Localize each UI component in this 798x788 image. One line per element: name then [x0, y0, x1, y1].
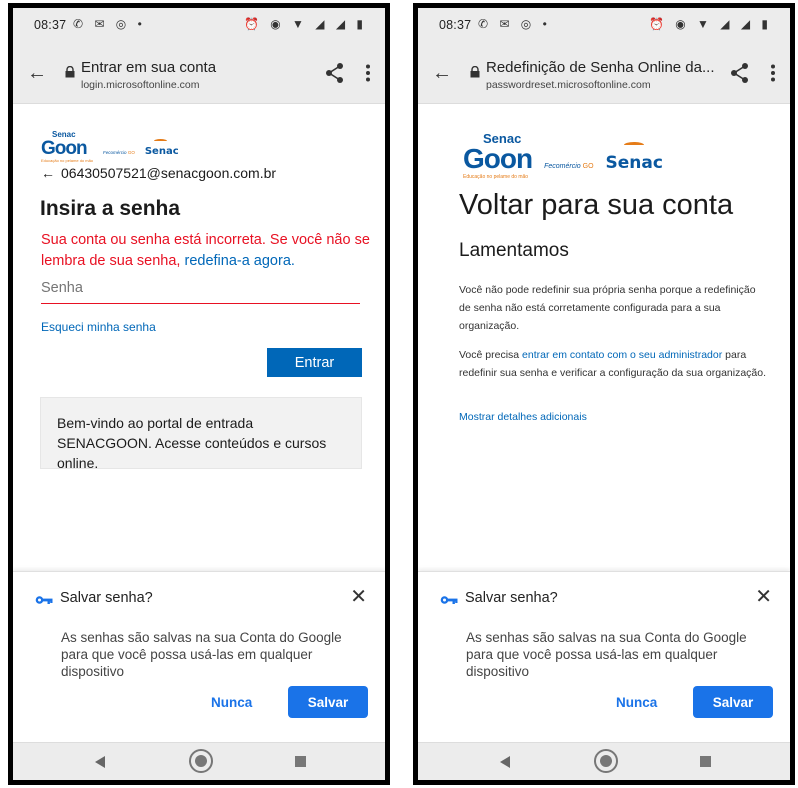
lock-icon: [65, 66, 75, 78]
never-button[interactable]: Nunca: [211, 695, 252, 710]
reset-password-link[interactable]: redefina-a agora.: [184, 253, 294, 269]
page-url: login.microsoftonline.com: [81, 79, 200, 91]
browser-toolbar: ← Entrar em sua conta login.microsoftonl…: [13, 48, 385, 104]
senac-goon-logo: Senac Goon Educação no pelame do mão: [41, 130, 94, 163]
sheet-title: Salvar senha?: [60, 590, 153, 606]
more-options-icon[interactable]: [770, 64, 776, 82]
system-nav-bar: [13, 742, 385, 780]
password-input[interactable]: [41, 276, 360, 304]
sign-in-button[interactable]: Entrar: [267, 348, 362, 377]
page-title: Entrar em sua conta: [81, 59, 217, 76]
partner-logos: Senac Goon Educação no pelame do mão Fec…: [41, 131, 179, 163]
fecomercio-logo: Fecomércio GO: [103, 149, 135, 155]
sheet-description: As senhas são salvas na sua Conta do Goo…: [466, 630, 747, 679]
sorry-subheading: Lamentamos: [459, 240, 569, 261]
error-message: Sua conta ou senha está incorreta. Se vo…: [41, 232, 370, 269]
system-status-icons: ⏰ ◉ ▼ ◢ ◢ ▮: [648, 17, 772, 31]
nav-recents-icon[interactable]: [295, 756, 306, 767]
system-nav-bar: [418, 742, 790, 780]
notification-icons: ✆ ✉ ◎ •: [73, 17, 146, 31]
sheet-description: As senhas são salvas na sua Conta do Goo…: [61, 630, 342, 679]
more-options-icon[interactable]: [365, 64, 371, 82]
nav-home-icon[interactable]: [594, 749, 618, 773]
phone-screen-password-reset: 08:37 ✆ ✉ ◎ • ⏰ ◉ ▼ ◢ ◢ ▮ ← Redefinição …: [413, 3, 795, 785]
save-password-sheet: Salvar senha? ✕ As senhas são salvas na …: [418, 571, 790, 742]
senac-logo: Senac: [606, 142, 663, 173]
key-icon: [440, 596, 458, 604]
welcome-message: Bem-vindo ao portal de entrada SENACGOON…: [40, 397, 362, 471]
reset-page-content: Senac Goon Educação no pelame do mão Fec…: [418, 104, 790, 572]
share-icon[interactable]: [325, 62, 345, 84]
nav-recents-icon[interactable]: [700, 756, 711, 767]
senac-goon-logo: Senac Goon Educação no pelame do mão: [463, 131, 533, 180]
key-icon: [35, 596, 53, 604]
partner-logos: Senac Goon Educação no pelame do mão Fec…: [463, 132, 663, 180]
notification-icons: ✆ ✉ ◎ •: [478, 17, 551, 31]
system-status-icons: ⏰ ◉ ▼ ◢ ◢ ▮: [243, 17, 367, 31]
status-bar: 08:37 ✆ ✉ ◎ • ⏰ ◉ ▼ ◢ ◢ ▮: [418, 8, 790, 48]
nav-back-icon[interactable]: [500, 756, 510, 768]
show-details-link[interactable]: Mostrar detalhes adicionais: [459, 411, 587, 423]
account-email: 06430507521@senacgoon.com.br: [61, 165, 277, 181]
nav-home-icon[interactable]: [189, 749, 213, 773]
browser-toolbar: ← Redefinição de Senha Online da... pass…: [418, 48, 790, 104]
save-button[interactable]: Salvar: [693, 686, 773, 718]
share-icon[interactable]: [730, 62, 750, 84]
login-page-content: Senac Goon Educação no pelame do mão Fec…: [13, 104, 385, 572]
status-time: 08:37: [439, 18, 472, 32]
phone-screen-login: 08:37 ✆ ✉ ◎ • ⏰ ◉ ▼ ◢ ◢ ▮ ← Entrar em su…: [8, 3, 390, 785]
status-time: 08:37: [34, 18, 67, 32]
page-heading: Voltar para sua conta: [459, 189, 734, 221]
forgot-password-link[interactable]: Esqueci minha senha: [41, 320, 156, 334]
contact-admin-link[interactable]: entrar em contato com o seu administrado…: [522, 349, 722, 361]
close-icon[interactable]: ✕: [350, 586, 367, 608]
close-icon[interactable]: ✕: [755, 586, 772, 608]
status-bar: 08:37 ✆ ✉ ◎ • ⏰ ◉ ▼ ◢ ◢ ▮: [13, 8, 385, 48]
never-button[interactable]: Nunca: [616, 695, 657, 710]
back-arrow-icon[interactable]: ←: [432, 62, 452, 84]
save-button[interactable]: Salvar: [288, 686, 368, 718]
back-arrow-icon[interactable]: ←: [41, 165, 55, 181]
page-title: Redefinição de Senha Online da...: [486, 59, 715, 76]
page-heading: Insira a senha: [40, 197, 181, 220]
lock-icon: [470, 66, 480, 78]
reset-unavailable-message: Você não pode redefinir sua própria senh…: [459, 284, 756, 332]
contact-admin-message: Você precisa entrar em contato com o seu…: [459, 349, 767, 379]
page-url: passwordreset.microsoftonline.com: [486, 79, 651, 91]
save-password-sheet: Salvar senha? ✕ As senhas são salvas na …: [13, 571, 385, 742]
account-identity[interactable]: ← 06430507521@senacgoon.com.br: [41, 165, 276, 181]
nav-back-icon[interactable]: [95, 756, 105, 768]
sheet-title: Salvar senha?: [465, 590, 558, 606]
back-arrow-icon[interactable]: ←: [27, 62, 47, 84]
fecomercio-logo: Fecomércio GO: [544, 162, 594, 170]
senac-logo: Senac: [145, 138, 179, 157]
